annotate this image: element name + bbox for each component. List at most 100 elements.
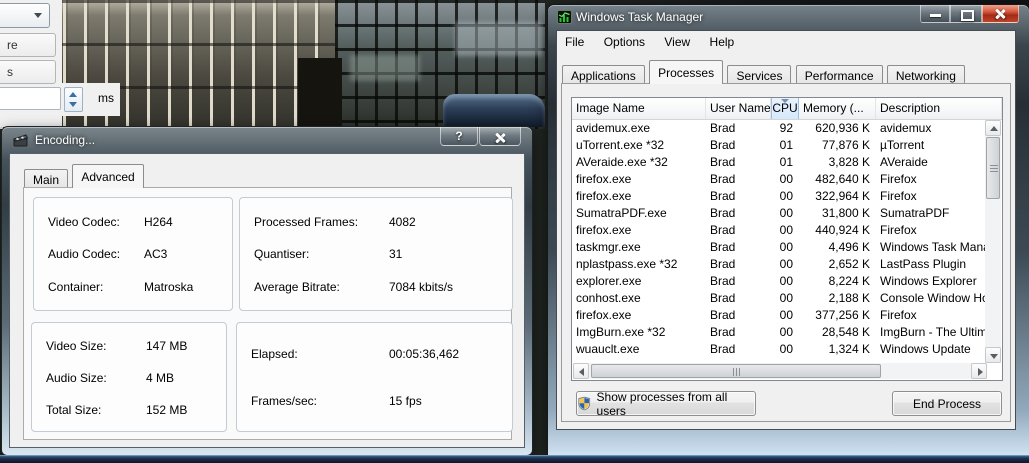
process-row[interactable]: avidemux.exe Brad 92 620,936 K avidemux	[572, 120, 1002, 137]
show-all-users-button[interactable]: Show processes from all users	[576, 390, 756, 418]
scroll-up-button[interactable]	[985, 120, 1001, 136]
cell-image: firefox.exe	[576, 172, 632, 186]
cell-desc: Windows Explorer	[880, 274, 977, 288]
vertical-scrollbar-thumb[interactable]	[986, 137, 1000, 199]
vertical-scrollbar[interactable]	[985, 120, 1001, 363]
processed-frames-label: Processed Frames:	[254, 215, 359, 229]
cell-cpu: 01	[779, 155, 793, 169]
tab-advanced[interactable]: Advanced	[72, 164, 144, 188]
cell-desc: Windows Update	[880, 342, 971, 356]
column-header-memory[interactable]: Memory (...	[799, 98, 876, 119]
column-header-image-name[interactable]: Image Name	[572, 98, 706, 119]
cell-user: Brad	[710, 206, 736, 220]
cell-cpu: 00	[779, 172, 793, 186]
cell-user: Brad	[710, 189, 736, 203]
average-bitrate-label: Average Bitrate:	[254, 280, 340, 294]
column-header-user-name[interactable]: User Name	[706, 98, 771, 119]
cell-user: Brad	[710, 274, 736, 288]
column-header-cpu[interactable]: CPU	[771, 98, 799, 119]
spin-down-icon[interactable]	[69, 102, 77, 107]
partial-button-s[interactable]: s	[0, 60, 56, 84]
cell-desc: Windows Task Manag	[880, 240, 997, 254]
process-row[interactable]: firefox.exe Brad 00 482,640 K Firefox	[572, 171, 1002, 188]
duration-input[interactable]	[0, 87, 61, 110]
cell-desc: AVeraide	[880, 155, 928, 169]
close-button[interactable]	[982, 5, 1019, 23]
sort-descending-icon	[781, 99, 789, 103]
process-list-header: Image Name User Name CPU Memory (... Des…	[572, 98, 1002, 120]
video-codec-value: H264	[144, 215, 173, 229]
cell-user: Brad	[710, 308, 736, 322]
process-row[interactable]: firefox.exe Brad 00 440,924 K Firefox	[572, 222, 1002, 239]
window-reflection	[455, 22, 543, 56]
audio-codec-label: Audio Codec:	[48, 247, 121, 261]
help-button[interactable]: ?	[440, 127, 478, 146]
process-row[interactable]: SumatraPDF.exe Brad 00 31,800 K SumatraPDF	[572, 205, 1002, 222]
restore-button[interactable]	[950, 5, 982, 23]
task-manager-titlebar[interactable]: Windows Task Manager	[548, 5, 1029, 30]
cell-image: firefox.exe	[576, 308, 632, 322]
tab-processes[interactable]: Processes	[649, 60, 724, 84]
menu-help[interactable]: Help	[702, 31, 743, 49]
encoding-tab-strip: Main Advanced	[24, 164, 145, 190]
cell-mem: 8,224 K	[828, 274, 870, 288]
process-row[interactable]: wuauclt.exe Brad 00 1,324 K Windows Update	[572, 341, 1002, 358]
process-row[interactable]: taskmgr.exe Brad 00 4,496 K Windows Task Man…	[572, 239, 1002, 256]
process-list-body: avidemux.exe Brad 92 620,936 K avidemux uTorr…	[572, 120, 1002, 358]
menu-file[interactable]: File	[557, 31, 592, 49]
advanced-tab-page: Video Codec: H264 Audio Codec: AC3 Contain…	[23, 187, 513, 440]
total-size-value: 152 MB	[146, 403, 188, 417]
process-row[interactable]: AVeraide.exe *32 Brad 01 3,828 K AVeraide	[572, 154, 1002, 171]
column-header-description[interactable]: Description	[876, 98, 1002, 119]
partial-button-re[interactable]: re	[0, 33, 56, 57]
restore-icon	[961, 10, 974, 21]
cell-mem: 322,964 K	[815, 189, 870, 203]
elapsed-label: Elapsed:	[251, 347, 298, 361]
scroll-down-button[interactable]	[985, 347, 1001, 363]
audio-size-value: 4 MB	[146, 371, 175, 385]
codec-group: Video Codec: H264 Audio Codec: AC3 Contain…	[33, 197, 233, 311]
encoding-dialog-titlebar[interactable]: Encoding... ?	[2, 127, 532, 153]
cell-desc: avidemux	[880, 121, 932, 135]
menu-view[interactable]: View	[656, 31, 698, 49]
process-row[interactable]: explorer.exe Brad 00 8,224 K Windows Explore…	[572, 273, 1002, 290]
processes-tab-page: Image Name User Name CPU Memory (... Des…	[561, 83, 1011, 422]
elapsed-value: 00:05:36,462	[389, 347, 460, 361]
cell-user: Brad	[710, 291, 736, 305]
quantity-stepper[interactable]	[64, 87, 83, 112]
process-row[interactable]: firefox.exe Brad 00 377,256 K Firefox	[572, 307, 1002, 324]
dropdown-select[interactable]	[0, 3, 50, 28]
close-button[interactable]	[479, 127, 521, 146]
cell-image: nplastpass.exe *32	[576, 257, 678, 271]
processed-frames-value: 4082	[389, 215, 416, 229]
cell-image: avidemux.exe	[576, 121, 651, 135]
process-row[interactable]: nplastpass.exe *32 Brad 00 2,652 K LastPass …	[572, 256, 1002, 273]
encoding-dialog-client: Main Advanced Video Codec: H264 Audio Cod…	[9, 153, 525, 448]
scroll-left-button[interactable]	[573, 363, 589, 379]
total-size-label: Total Size:	[46, 403, 102, 417]
close-icon	[995, 9, 1005, 19]
scroll-down-icon	[990, 354, 998, 359]
cell-cpu: 00	[779, 240, 793, 254]
cell-cpu: 00	[779, 325, 793, 339]
horizontal-scrollbar[interactable]	[573, 363, 987, 379]
menu-options[interactable]: Options	[596, 31, 653, 49]
process-row[interactable]: ImgBurn.exe *32 Brad 00 28,548 K ImgBurn - T…	[572, 324, 1002, 341]
container-value: Matroska	[144, 280, 194, 294]
cell-user: Brad	[710, 257, 736, 271]
horizontal-scrollbar-thumb[interactable]	[591, 364, 881, 378]
process-row[interactable]: uTorrent.exe *32 Brad 01 77,876 K µTorrent	[572, 137, 1002, 154]
thumb-grip	[990, 168, 998, 169]
cell-desc: Console Window Host	[880, 291, 999, 305]
process-row[interactable]: firefox.exe Brad 00 322,964 K Firefox	[572, 188, 1002, 205]
minimize-button[interactable]	[920, 5, 950, 23]
average-bitrate-value: 7084 kbits/s	[389, 280, 454, 294]
end-process-button[interactable]: End Process	[892, 391, 1002, 416]
cell-image: firefox.exe	[576, 223, 632, 237]
process-row[interactable]: conhost.exe Brad 00 2,188 K Console Window H…	[572, 290, 1002, 307]
spin-up-icon[interactable]	[69, 92, 77, 97]
taskbar[interactable]	[0, 455, 1029, 463]
cell-user: Brad	[710, 223, 736, 237]
scroll-right-button[interactable]	[971, 363, 987, 379]
progress-group: Processed Frames: 4082 Quantiser: 31 Avera…	[239, 197, 513, 311]
